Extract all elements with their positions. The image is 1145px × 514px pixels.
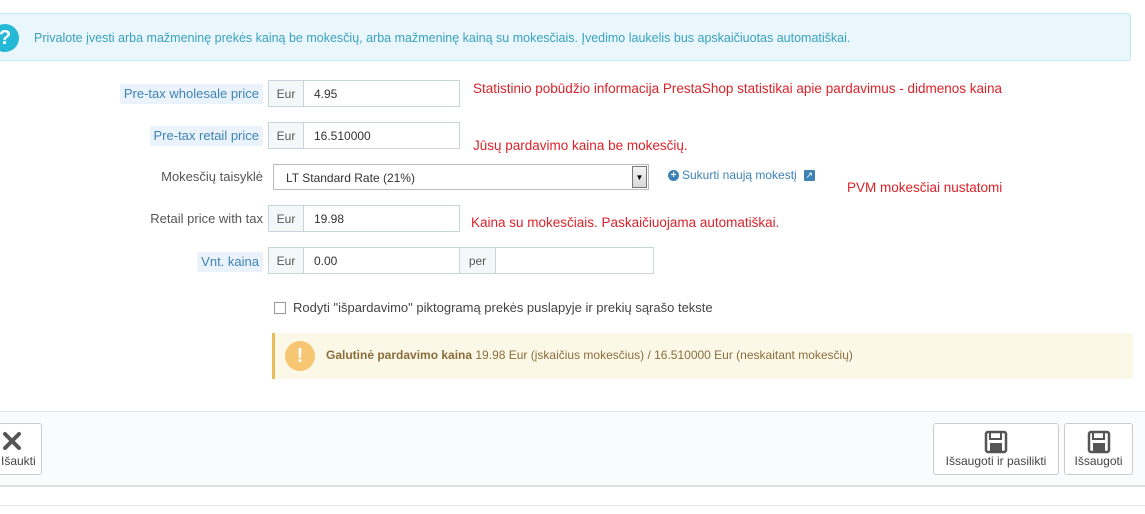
unit-price-input[interactable]: 0.00: [304, 247, 460, 274]
unit-price-group: Eur 0.00 per: [268, 247, 654, 274]
save-and-stay-button[interactable]: Išsaugoti ir pasilikti: [933, 423, 1059, 475]
currency-addon: Eur: [268, 247, 304, 274]
save-label: Išsaugoti: [1074, 454, 1123, 468]
wholesale-price-label[interactable]: Pre-tax wholesale price: [119, 84, 263, 104]
floppy-disk-icon: [1087, 430, 1110, 454]
plus-circle-icon: +: [668, 169, 679, 181]
final-price-values: 19.98 Eur (įskaičius mokesčius) / 16.510…: [472, 348, 853, 362]
currency-addon: Eur: [268, 122, 304, 149]
retail-price-input[interactable]: 16.510000: [304, 122, 460, 149]
tax-rule-value: LT Standard Rate (21%): [286, 171, 415, 185]
new-tax-link[interactable]: + Sukurti naują mokestį ↗: [668, 168, 815, 182]
exclamation-circle-icon: !: [285, 341, 315, 371]
save-button[interactable]: Išsaugoti: [1064, 423, 1133, 475]
wholesale-note: Statistinio pobūdžio informacija PrestaS…: [473, 81, 1003, 96]
currency-addon: Eur: [268, 205, 304, 232]
info-text: Privalote įvesti arba mažmeninę prekės k…: [34, 31, 851, 45]
tax-rule-label: Mokesčių taisyklė: [161, 169, 263, 184]
tax-note: PVM mokesčiai nustatomi: [847, 180, 1003, 195]
unit-price-label[interactable]: Vnt. kaina: [197, 252, 263, 272]
retail-price-label[interactable]: Pre-tax retail price: [149, 126, 263, 146]
unity-input[interactable]: [496, 247, 654, 274]
save-and-stay-label: Išsaugoti ir pasilikti: [945, 454, 1047, 468]
cancel-label: Išaukti: [1, 454, 36, 468]
final-price-text: Galutinė pardavimo kaina 19.98 Eur (įska…: [326, 348, 853, 362]
with-tax-note: Kaina su mokesčiais. Paskaičiuojama auto…: [471, 215, 780, 230]
per-addon: per: [460, 247, 496, 274]
divider: [0, 505, 1145, 506]
final-price-alert: ! Galutinė pardavimo kaina 19.98 Eur (įs…: [272, 333, 1133, 379]
tax-rule-select[interactable]: LT Standard Rate (21%) ▼: [273, 164, 649, 190]
cancel-button[interactable]: Išaukti: [0, 423, 42, 475]
retail-with-tax-group: Eur 19.98: [268, 205, 460, 232]
floppy-disk-icon: [984, 430, 1008, 454]
wholesale-price-input[interactable]: 4.95: [304, 80, 460, 107]
new-tax-label[interactable]: Sukurti naują mokestį: [682, 168, 797, 182]
form-footer: Išaukti Išsaugoti ir pasilikti Išsaugoti: [0, 411, 1145, 487]
currency-addon: Eur: [268, 80, 304, 107]
retail-with-tax-input[interactable]: 19.98: [304, 205, 460, 232]
wholesale-price-group: Eur 4.95: [268, 80, 460, 107]
retail-note: Jūsų pardavimo kaina be mokesčių.: [473, 138, 688, 153]
info-alert: ? Privalote įvesti arba mažmeninę prekės…: [0, 13, 1131, 61]
question-circle-icon: ?: [0, 24, 19, 52]
retail-with-tax-label: Retail price with tax: [150, 211, 263, 226]
external-link-icon: ↗: [803, 169, 815, 181]
close-icon: [3, 432, 21, 450]
on-sale-label[interactable]: Rodyti "išpardavimo" piktogramą prekės p…: [293, 300, 713, 315]
retail-price-group: Eur 16.510000: [268, 122, 460, 149]
final-price-title: Galutinė pardavimo kaina: [326, 348, 473, 362]
on-sale-checkbox[interactable]: [274, 302, 286, 314]
chevron-down-icon[interactable]: ▼: [632, 166, 647, 188]
